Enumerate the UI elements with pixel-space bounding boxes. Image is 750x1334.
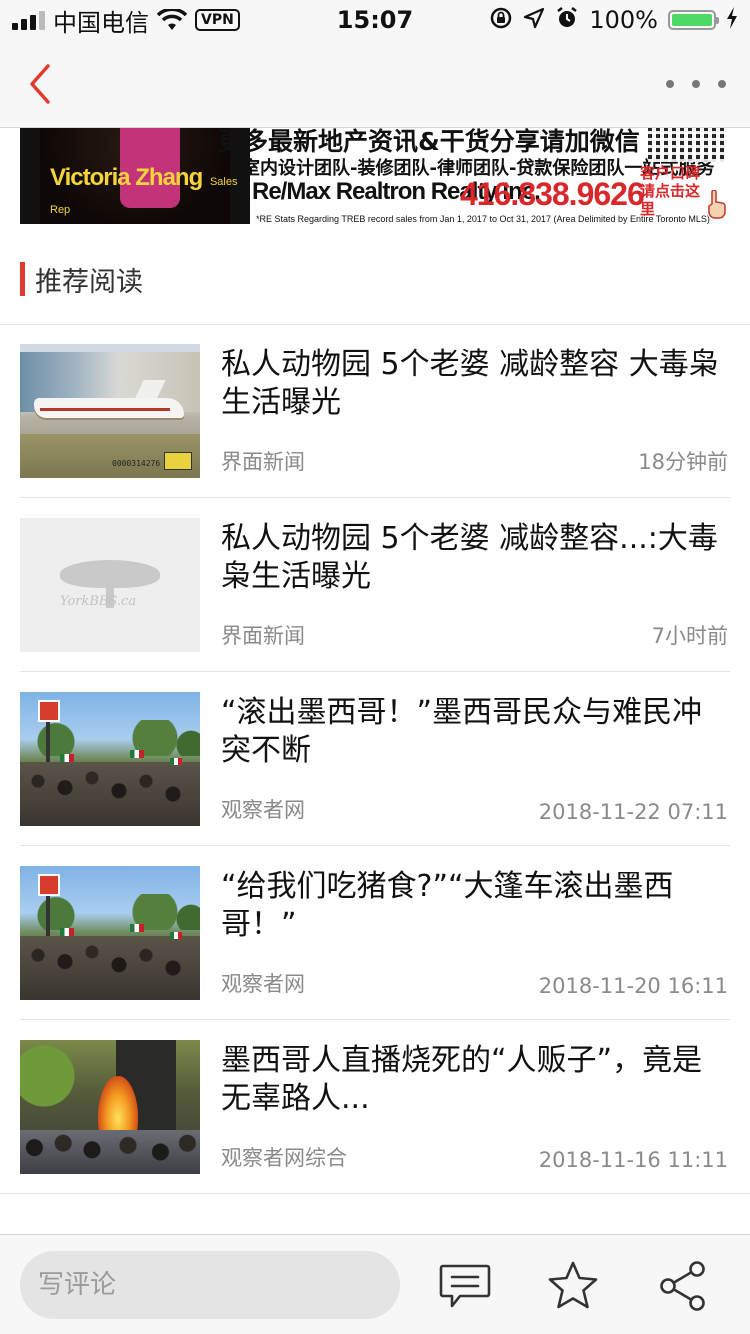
banner-cta[interactable]: 客户口碑请点击这里 xyxy=(640,164,702,218)
article-time: 2018-11-16 11:11 xyxy=(538,1148,728,1172)
ad-banner[interactable]: Victoria Zhang Sales Rep 更多最新地产资讯&干货分享请加… xyxy=(20,128,730,224)
thumbnail-code: 0000314276 xyxy=(112,459,161,468)
more-button[interactable] xyxy=(666,70,726,98)
article-source: 观察者网 xyxy=(221,972,305,996)
article-time: 18分钟前 xyxy=(638,450,728,474)
nav-bar xyxy=(0,40,750,128)
article-time: 2018-11-22 07:11 xyxy=(538,800,728,824)
article-title: “滚出墨西哥！”墨西哥民众与难民冲突不断 xyxy=(221,695,703,768)
back-button[interactable] xyxy=(22,62,62,106)
article-title: 墨西哥人直播烧死的“人贩子”，竟是无辜路人... xyxy=(221,1043,703,1116)
divider xyxy=(20,497,730,498)
battery-icon xyxy=(668,10,719,30)
article-thumbnail: 0000314276 xyxy=(20,344,200,478)
chevron-left-icon xyxy=(30,64,50,104)
banner-phone[interactable]: 416.838.9626 xyxy=(460,176,645,213)
divider xyxy=(20,1019,730,1020)
more-dot-icon xyxy=(692,80,700,88)
comment-bubble-icon xyxy=(439,1264,491,1308)
article-source: 界面新闻 xyxy=(221,450,305,474)
status-bar: 中国电信 VPN 15:07 100% xyxy=(0,0,750,40)
article-time: 7小时前 xyxy=(651,624,728,648)
section-accent-bar xyxy=(20,262,25,296)
article-source: 观察者网综合 xyxy=(221,1146,347,1170)
alarm-icon xyxy=(555,6,579,34)
bottom-toolbar xyxy=(0,1234,750,1334)
divider xyxy=(20,845,730,846)
more-dot-icon xyxy=(718,80,726,88)
article-item[interactable]: 墨西哥人直播烧死的“人贩子”，竟是无辜路人... 观察者网综合 2018-11-… xyxy=(20,1040,730,1174)
article-item[interactable]: 0000314276 私人动物园 5个老婆 减龄整容 大毒枭生活曝光 界面新闻 … xyxy=(20,344,730,478)
article-thumbnail: YorkBBS.ca xyxy=(20,518,200,652)
more-dot-icon xyxy=(666,80,674,88)
article-item[interactable]: “给我们吃猪食?”“大篷车滚出墨西哥！” 观察者网 2018-11-20 16:… xyxy=(20,866,730,1000)
agent-photo: Victoria Zhang Sales Rep xyxy=(20,128,250,224)
divider xyxy=(0,324,750,325)
comment-button[interactable] xyxy=(438,1259,492,1313)
favorite-button[interactable] xyxy=(546,1259,600,1313)
orientation-lock-icon xyxy=(489,6,513,34)
article-title: 私人动物园 5个老婆 减龄整容 大毒枭生活曝光 xyxy=(221,347,719,420)
divider xyxy=(0,1193,750,1194)
article-thumbnail xyxy=(20,692,200,826)
agent-name: Victoria Zhang xyxy=(50,164,203,191)
article-source: 观察者网 xyxy=(221,798,305,822)
section-header: 推荐阅读 xyxy=(20,262,143,298)
divider xyxy=(20,671,730,672)
share-icon xyxy=(660,1261,705,1311)
article-thumbnail xyxy=(20,1040,200,1174)
qr-code-icon xyxy=(648,128,724,162)
article-time: 2018-11-20 16:11 xyxy=(538,974,728,998)
article-source: 界面新闻 xyxy=(221,624,305,648)
article-item[interactable]: “滚出墨西哥！”墨西哥民众与难民冲突不断 观察者网 2018-11-22 07:… xyxy=(20,692,730,826)
pointing-hand-icon xyxy=(704,189,728,220)
section-title: 推荐阅读 xyxy=(35,266,143,298)
status-right: 100% xyxy=(489,6,738,34)
location-icon xyxy=(523,7,545,33)
article-title: 私人动物园 5个老婆 减龄整容...:大毒枭生活曝光 xyxy=(221,521,718,594)
article-title: “给我们吃猪食?”“大篷车滚出墨西哥！” xyxy=(221,869,674,942)
share-button[interactable] xyxy=(656,1259,710,1313)
battery-percent: 100% xyxy=(589,6,658,34)
star-icon xyxy=(548,1261,598,1309)
placeholder-brand: YorkBBS.ca xyxy=(60,594,137,609)
comment-input[interactable] xyxy=(20,1251,400,1319)
charging-icon xyxy=(726,7,738,33)
agent-name-wrap: Victoria Zhang Sales Rep xyxy=(50,164,250,220)
article-thumbnail xyxy=(20,866,200,1000)
article-item[interactable]: YorkBBS.ca 私人动物园 5个老婆 减龄整容...:大毒枭生活曝光 界面… xyxy=(20,518,730,652)
